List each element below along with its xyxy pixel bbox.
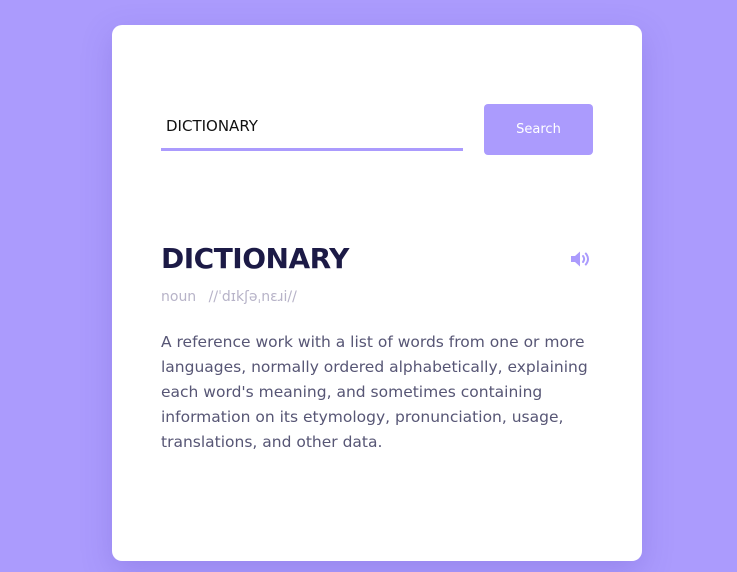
dictionary-card: Search DICTIONARY noun //ˈdɪkʃəˌnɛɹi// A…	[112, 25, 642, 561]
search-button[interactable]: Search	[484, 104, 593, 155]
word-title: DICTIONARY	[161, 242, 349, 275]
pronunciation-sound-button[interactable]	[569, 247, 593, 271]
search-input[interactable]	[161, 104, 463, 151]
search-bar: Search	[161, 104, 593, 156]
result-section: DICTIONARY noun //ˈdɪkʃəˌnɛɹi// A refere…	[161, 238, 593, 455]
phonetic-text: //ˈdɪkʃəˌnɛɹi//	[208, 289, 297, 305]
part-of-speech: noun	[161, 289, 197, 305]
word-header: DICTIONARY	[161, 238, 593, 280]
word-details: noun //ˈdɪkʃəˌnɛɹi//	[161, 286, 593, 308]
speaker-volume-icon	[571, 251, 589, 267]
word-definition: A reference work with a list of words fr…	[161, 333, 588, 451]
